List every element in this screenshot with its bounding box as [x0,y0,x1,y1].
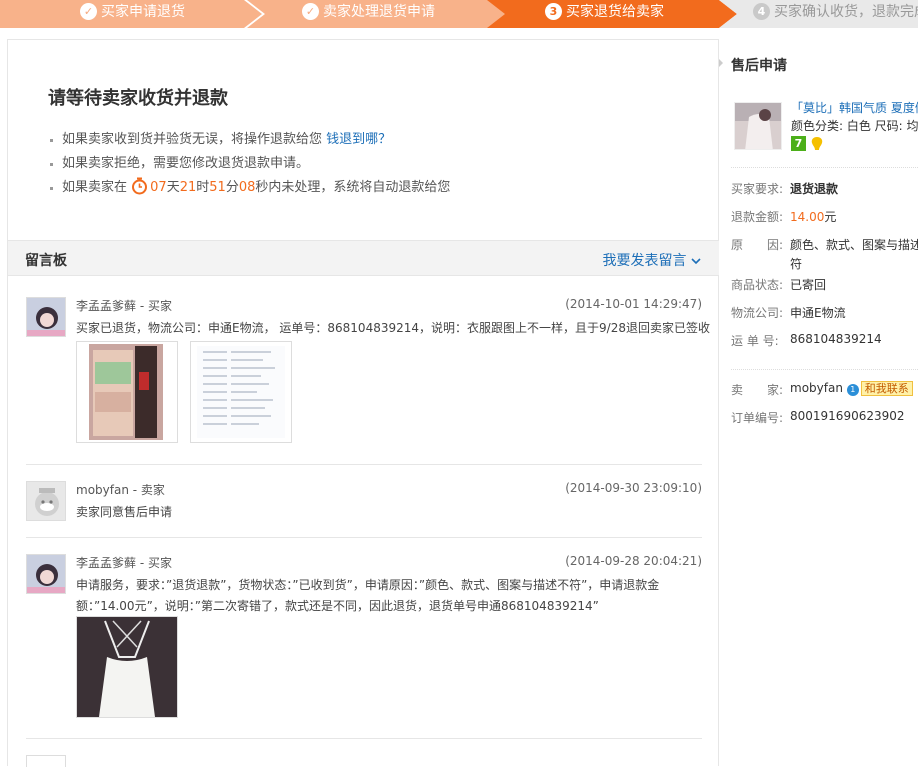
message-text: 卖家同意售后申请 [76,505,173,519]
status-tips: 如果卖家收到货并验货无误，将操作退款给您 钱退到哪？ 如果卖家拒绝，需要您修改退… [48,128,450,200]
product-name-link[interactable]: 「莫比」韩国气质 夏度假 [791,99,918,116]
step-number: 4 [753,3,770,20]
step-number: 3 [545,3,562,20]
countdown-hours: 21 [179,180,197,195]
message-image-thumbnail[interactable] [76,616,178,718]
contact-seller-button[interactable]: 和我联系 [860,381,913,396]
guarantee-icon[interactable] [809,136,825,152]
divider [26,537,702,538]
tip-text: 如果卖家收到货并验货无误，将操作退款给您 [62,132,323,147]
step-3: 3 买家退货给卖家 [487,0,737,28]
step-1: ✓ 买家申请退货 [0,0,262,28]
message-item: mobyfan - 卖家 (2014-09-30 23:09:10) 卖家同意售… [26,481,702,525]
message-board-header: 留言板 我要发表留言 [8,240,719,276]
unit-label: 天 [166,180,180,195]
row-label: 商品状态: [731,278,784,292]
row-value: 申通E物流 [790,306,846,320]
step-4: 4 买家确认收货，退款完成 [719,0,918,28]
post-message-label: 我要发表留言 [602,253,687,269]
progress-steps: ✓ 买家申请退货 ✓ 卖家处理退货申请 3 买家退货给卖家 4 买家确认收货，退款完成 [0,0,918,28]
step-4-label: 4 买家确认收货，退款完成 [753,0,918,24]
divider [731,167,918,168]
seller-name: mobyfan [790,381,843,395]
unit-label: 时 [196,180,210,195]
message-time: (2014-09-28 20:04:21) [565,554,702,568]
tip-item: 如果卖家收到货并验货无误，将操作退款给您 钱退到哪？ [48,128,450,152]
countdown-seconds: 08 [238,180,256,195]
where-money-link[interactable]: 钱退到哪？ [326,132,391,147]
avatar[interactable] [26,481,66,521]
parcel-photo [89,344,163,440]
chat-icon[interactable]: 1 [846,384,859,396]
row-label: 运 单 号: [731,334,779,348]
page-title: 请等待卖家收货并退款 [48,88,228,109]
product-thumbnail[interactable] [734,102,782,150]
row-label: 买家要求: [731,182,784,196]
order-number-link[interactable]: 800191690623902 [790,409,905,423]
message-image-thumbnail[interactable] [190,341,292,443]
product-photo [735,103,781,149]
tip-item: 如果卖家在 07天21时51分08秒内未处理，系统将自动退款给您 [48,176,450,200]
buyer-avatar-image [27,555,65,593]
chevron-down-icon [691,258,701,265]
unit-label: 分 [225,180,239,195]
avatar[interactable] [26,554,66,594]
clock-icon [132,177,148,195]
after-sales-panel: 售后申请 「莫比」韩国气质 夏度假 颜色分类: 白色 尺码: 均码 7 买家要求… [719,39,918,766]
step-1-label: ✓ 买家申请退货 [80,0,185,24]
message-author: mobyfan - 卖家 [76,483,165,497]
divider [26,464,702,465]
panel-title: 售后申请 [731,58,787,74]
message-author: 李孟孟爹藓 - 买家 [76,556,172,570]
row-label: 退款金额: [731,210,784,224]
refund-amount: 14.00 [790,210,825,224]
tip-text: 如果卖家在 [62,180,128,195]
step-3-label: 3 买家退货给卖家 [545,0,664,24]
step-2: ✓ 卖家处理退货申请 [247,0,509,28]
message-image-thumbnail[interactable] [76,341,178,443]
currency-unit: 元 [824,210,837,224]
message-item: 李孟孟爹藓 - 买家 (2014-10-01 14:29:47) 买家已退货，物… [26,297,710,447]
check-icon: ✓ [80,3,97,20]
divider [731,369,918,370]
garment-photo [77,617,177,717]
countdown-days: 07 [150,180,167,195]
row-value: 14.00元 [790,208,836,225]
reason-line: 颜色、款式、图案与描述不 [790,238,918,252]
row-value: 已寄回 [790,278,827,292]
message-text: 申请服务，要求：”退货退款”，货物状态：”已收到货”，申请原因：”颜色、款式、图… [76,578,660,613]
reason-line: 符 [790,257,803,271]
row-value: 868104839214 [790,332,882,346]
message-author: 李孟孟爹藓 - 买家 [76,299,172,313]
divider [26,738,702,739]
row-label: 卖 家: [731,383,784,397]
message-time: (2014-10-01 14:29:47) [565,297,702,311]
tip-item: 如果卖家拒绝，需要您修改退货退款申请。 [48,152,450,176]
section-marker [719,59,723,67]
avatar[interactable] [26,297,66,337]
tip-text: 秒内未处理，系统将自动退款给您 [255,180,451,195]
row-label: 原 因: [731,238,784,252]
buyer-avatar-image [27,298,65,336]
message-time: (2014-09-30 23:09:10) [565,481,702,495]
row-value: 颜色、款式、图案与描述不符 [790,236,918,275]
main-panel: 请等待卖家收货并退款 如果卖家收到货并验货无误，将操作退款给您 钱退到哪？ 如果… [7,39,719,767]
check-icon: ✓ [302,3,319,20]
step-2-label: ✓ 卖家处理退货申请 [302,0,435,24]
message-board-title: 留言板 [25,253,67,269]
product-attributes: 颜色分类: 白色 尺码: 均码 [791,119,918,133]
avatar [26,755,66,767]
row-label: 订单编号: [731,411,784,425]
message-item: 李孟孟爹藓 - 买家 (2014-09-28 20:04:21) 申请服务，要求… [26,554,702,734]
document-screenshot [197,346,285,438]
row-label: 物流公司: [731,306,784,320]
post-message-button[interactable]: 我要发表留言 [603,250,701,270]
row-value: 退货退款 [790,182,839,196]
default-seller-avatar [27,482,65,520]
seven-day-return-badge[interactable]: 7 [791,136,806,151]
row-value: mobyfan 1 和我联系 [790,381,913,396]
countdown-minutes: 51 [209,180,226,195]
message-text: 买家已退货，物流公司：申通E物流， 运单号：868104839214，说明：衣服… [76,321,710,335]
